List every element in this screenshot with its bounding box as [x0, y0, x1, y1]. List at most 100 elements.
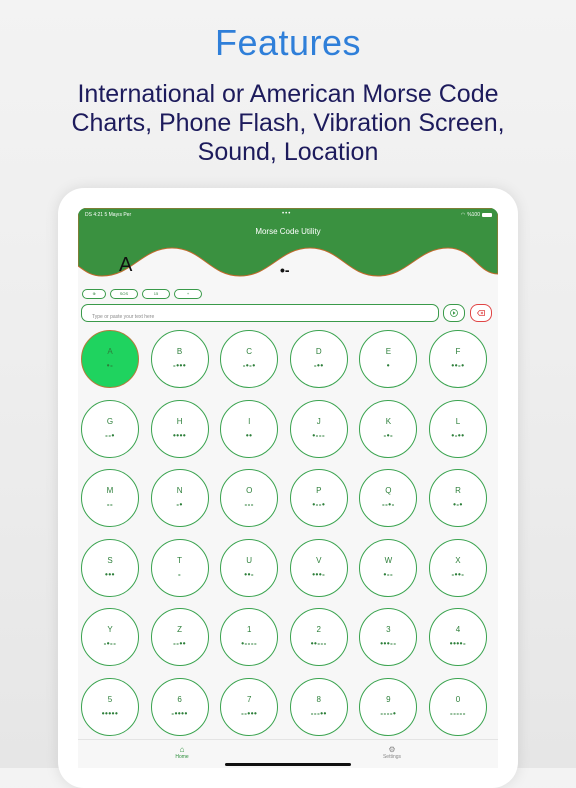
- promo-title: Features: [214, 22, 362, 63]
- morse-key-0[interactable]: 0 -----: [428, 677, 487, 736]
- text-input[interactable]: [90, 309, 434, 325]
- key-character: H: [176, 416, 183, 426]
- morse-key-1[interactable]: 1 •----: [220, 608, 279, 666]
- morse-key-w[interactable]: W •--: [359, 538, 418, 597]
- home-icon: ⌂: [179, 745, 185, 754]
- morse-key-x[interactable]: X -••-: [428, 538, 487, 597]
- tab-home[interactable]: ⌂ Home: [152, 745, 212, 760]
- morse-key-7[interactable]: 7 --•••: [220, 677, 279, 736]
- morse-key-6[interactable]: 6 -••••: [150, 677, 209, 736]
- morse-key-v[interactable]: V •••-: [289, 538, 348, 597]
- key-morse-code: -•-: [383, 430, 394, 440]
- key-character: 2: [316, 625, 321, 634]
- morse-key-8[interactable]: 8 ---••: [289, 677, 348, 736]
- morse-key-u[interactable]: U ••-: [220, 538, 279, 597]
- key-morse-code: •••••: [101, 708, 119, 718]
- key-morse-code: •••-: [312, 569, 326, 579]
- status-time: DS 4:21 5 Mayıs Per: [85, 212, 132, 218]
- key-character: 0: [455, 694, 461, 704]
- morse-key-g[interactable]: G --•: [81, 399, 139, 458]
- key-character: E: [385, 347, 392, 356]
- morse-key-c[interactable]: C -•-•: [220, 330, 279, 388]
- key-character: B: [176, 347, 183, 356]
- key-character: 3: [386, 625, 391, 634]
- morse-key-e[interactable]: E •: [359, 330, 418, 388]
- morse-key-r[interactable]: R •-•: [428, 469, 487, 527]
- morse-key-n[interactable]: N -•: [150, 469, 209, 527]
- options-row: ⊕ SOS 15 +: [82, 289, 202, 299]
- key-character: N: [176, 486, 183, 495]
- speed-value[interactable]: 15: [142, 289, 170, 299]
- morse-key-h[interactable]: H ••••: [150, 399, 209, 458]
- key-morse-code: •-•: [453, 500, 463, 509]
- key-character: K: [385, 416, 392, 426]
- morse-key-j[interactable]: J •---: [289, 399, 348, 458]
- status-right: ◠ %100: [461, 212, 492, 218]
- location-toggle[interactable]: ⊕: [82, 289, 106, 299]
- morse-key-y[interactable]: Y -•--: [81, 608, 139, 666]
- key-morse-code: •-••: [451, 430, 465, 440]
- key-morse-code: -••••: [171, 708, 188, 718]
- key-morse-code: ----•: [380, 708, 397, 718]
- promo-subtitle: International or American Morse Code Cha…: [71, 80, 505, 166]
- key-morse-code: •-: [106, 361, 114, 370]
- key-character: 8: [316, 694, 321, 704]
- clear-icon: [476, 310, 485, 316]
- target-icon: ⊕: [92, 291, 96, 296]
- key-morse-code: ••••-: [449, 639, 467, 648]
- play-button[interactable]: [443, 304, 465, 322]
- current-code: •-: [280, 262, 290, 278]
- morse-key-3[interactable]: 3 •••--: [359, 608, 418, 666]
- sos-button[interactable]: SOS: [110, 289, 138, 299]
- morse-key-5[interactable]: 5 •••••: [81, 677, 139, 736]
- app-title: Morse Code Utility: [255, 227, 321, 236]
- key-character: M: [106, 486, 114, 495]
- morse-key-9[interactable]: 9 ----•: [359, 677, 418, 736]
- key-character: L: [455, 416, 461, 426]
- morse-key-2[interactable]: 2 ••---: [289, 608, 348, 666]
- morse-key-4[interactable]: 4 ••••-: [428, 608, 487, 666]
- morse-key-i[interactable]: I ••: [220, 399, 279, 458]
- key-morse-code: -----: [450, 708, 466, 718]
- morse-key-o[interactable]: O ---: [220, 469, 279, 527]
- key-morse-code: •----: [241, 639, 258, 648]
- key-morse-code: •---: [312, 430, 326, 440]
- key-morse-code: --•: [105, 430, 115, 440]
- morse-key-p[interactable]: P •--•: [289, 469, 348, 527]
- morse-key-a[interactable]: A •-: [81, 330, 139, 388]
- app-screen: DS 4:21 5 Mayıs Per ••• ◠ %100 Morse Cod…: [78, 208, 498, 768]
- clear-button[interactable]: [470, 304, 492, 322]
- morse-key-q[interactable]: Q --•-: [359, 469, 418, 527]
- battery-label: %100: [467, 212, 480, 218]
- morse-key-b[interactable]: B -•••: [150, 330, 209, 388]
- key-character: 5: [107, 694, 113, 704]
- tab-settings-label: Settings: [382, 754, 402, 760]
- play-circle-icon: [450, 309, 458, 317]
- add-button[interactable]: +: [174, 289, 202, 299]
- tab-settings[interactable]: ⚙ Settings: [362, 745, 422, 760]
- key-character: J: [316, 416, 321, 426]
- key-morse-code: --: [106, 500, 114, 509]
- morse-key-z[interactable]: Z --••: [150, 608, 209, 666]
- key-morse-code: -•--: [103, 639, 117, 648]
- key-character: 6: [177, 694, 182, 704]
- key-character: A: [107, 347, 113, 356]
- key-character: V: [316, 555, 322, 565]
- gear-icon: ⚙: [388, 745, 396, 754]
- key-character: P: [316, 486, 322, 495]
- morse-key-t[interactable]: T-: [150, 538, 209, 597]
- home-indicator: [225, 763, 351, 766]
- morse-key-l[interactable]: L •-••: [428, 399, 487, 458]
- key-morse-code: •--: [383, 569, 394, 579]
- morse-key-k[interactable]: K -•-: [359, 399, 418, 458]
- key-character: X: [455, 555, 461, 565]
- morse-key-f[interactable]: F ••-•: [428, 330, 487, 388]
- key-character: G: [106, 416, 114, 426]
- morse-key-s[interactable]: S •••: [81, 538, 139, 597]
- key-character: O: [246, 486, 253, 495]
- morse-key-d[interactable]: D -••: [289, 330, 348, 388]
- morse-key-m[interactable]: M --: [81, 469, 139, 527]
- key-morse-code: ••••: [172, 430, 187, 440]
- text-input-wrap: [81, 304, 439, 325]
- multitask-dots[interactable]: •••: [282, 211, 291, 217]
